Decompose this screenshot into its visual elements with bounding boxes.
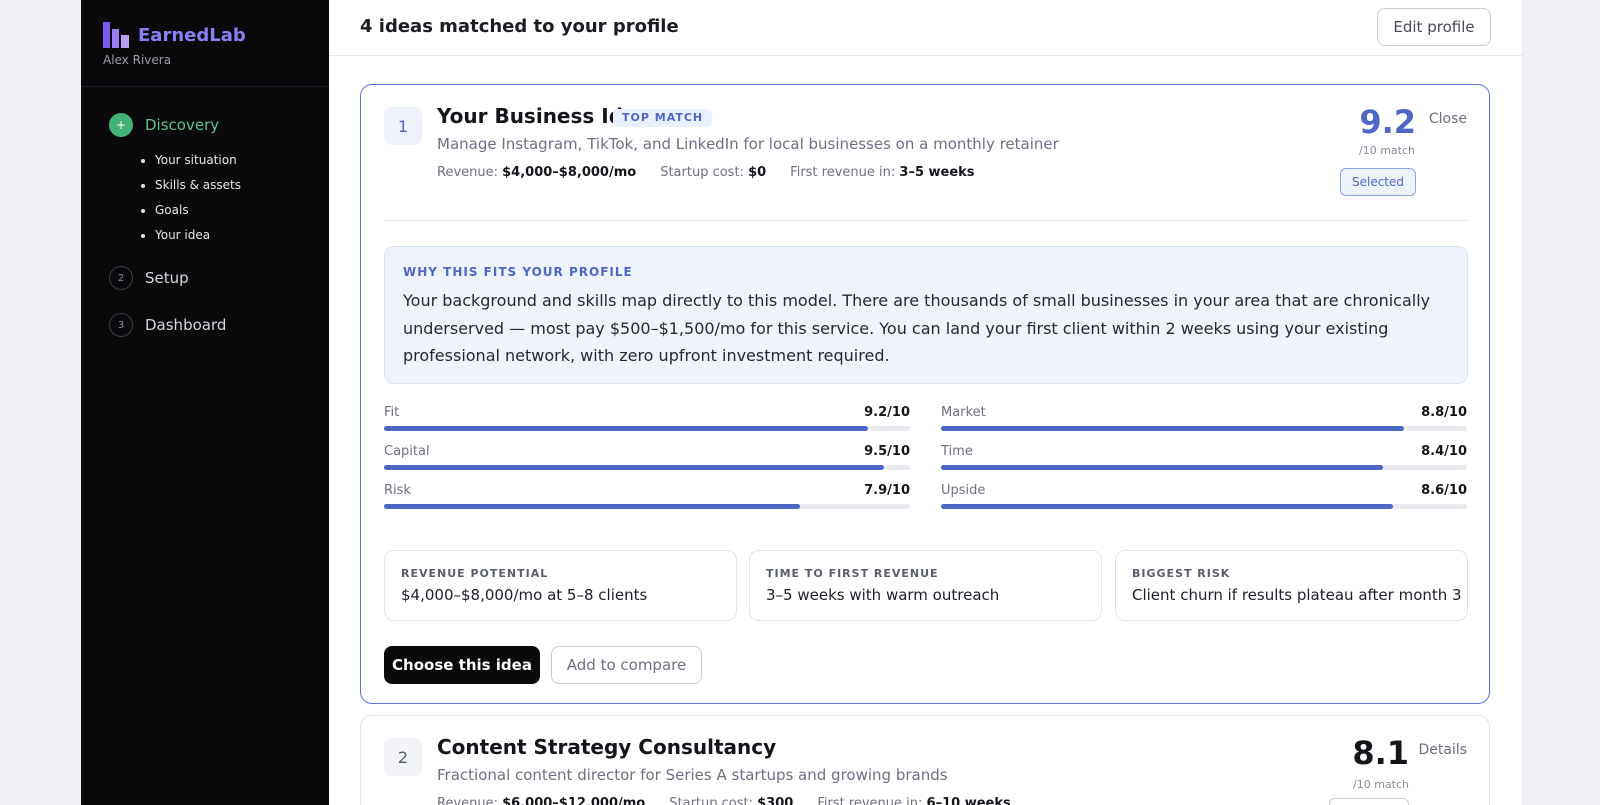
choose-idea-button[interactable]: Choose this idea: [384, 646, 540, 684]
metric-track: [941, 465, 1467, 470]
substep-skills-assets[interactable]: Skills & assets: [141, 178, 241, 203]
idea-card-1: 1 Your Business Idea TOP MATCH Manage In…: [360, 84, 1490, 704]
metric-fill: [941, 426, 1404, 431]
why-fits-title: WHY THIS FITS YOUR PROFILE: [403, 265, 633, 279]
metric-track: [941, 504, 1467, 509]
idea-card-2[interactable]: 2 Content Strategy Consultancy Fractiona…: [360, 715, 1490, 805]
main-content: 4 ideas matched to your profile Edit pro…: [329, 0, 1522, 805]
metric-fill: [384, 426, 868, 431]
first-revenue-label: First revenue in:: [817, 796, 923, 805]
revenue-potential-box: REVENUE POTENTIAL $4,000–$8,000/mo at 5–…: [384, 550, 737, 621]
time-to-revenue-box: TIME TO FIRST REVENUE 3–5 weeks with war…: [749, 550, 1102, 621]
metric-value: 8.6/10: [1421, 483, 1467, 498]
metric-value: 8.4/10: [1421, 444, 1467, 459]
first-revenue-meta: First revenue in: 6–10 weeks: [817, 796, 1010, 805]
first-revenue-label: First revenue in:: [790, 165, 896, 180]
substep-goals[interactable]: Goals: [141, 203, 241, 228]
step-dashboard-label: Dashboard: [145, 316, 227, 334]
sidebar-divider: [81, 86, 329, 87]
info-box-value: $4,000–$8,000/mo at 5–8 clients: [401, 586, 648, 604]
info-box-value: Client churn if results plateau after mo…: [1132, 586, 1462, 604]
revenue-label: Revenue:: [437, 796, 498, 805]
match-score-suffix: /10 match: [1353, 778, 1409, 791]
idea-subtitle: Manage Instagram, TikTok, and LinkedIn f…: [437, 135, 1059, 153]
startup-label: Startup cost:: [669, 796, 753, 805]
sidebar: EarnedLab Alex Rivera + Discovery Your s…: [81, 0, 329, 805]
metric-value: 9.2/10: [864, 405, 910, 420]
startup-value: $300: [757, 796, 794, 805]
first-revenue-value: 3–5 weeks: [899, 165, 975, 180]
step-setup-label: Setup: [145, 269, 189, 287]
brand[interactable]: EarnedLab: [103, 22, 246, 48]
metric-label: Risk: [384, 483, 411, 498]
metric-fill: [384, 504, 800, 509]
metric-label: Fit: [384, 405, 400, 420]
metric-label: Market: [941, 405, 986, 420]
metric-value: 9.5/10: [864, 444, 910, 459]
status-badge[interactable]: [1329, 798, 1409, 805]
step-discovery-label: Discovery: [145, 116, 220, 134]
metric-label: Capital: [384, 444, 430, 459]
revenue-meta: Revenue: $6,000–$12,000/mo: [437, 796, 645, 805]
logo-icon: [103, 22, 129, 48]
first-revenue-meta: First revenue in: 3–5 weeks: [790, 165, 974, 180]
metric-track: [384, 426, 910, 431]
selected-badge[interactable]: Selected: [1340, 168, 1416, 196]
top-match-badge: TOP MATCH: [613, 109, 713, 127]
page-header: 4 ideas matched to your profile Edit pro…: [329, 0, 1522, 56]
revenue-meta: Revenue: $4,000–$8,000/mo: [437, 165, 636, 180]
metric-fill: [941, 465, 1383, 470]
substep-your-idea[interactable]: Your idea: [141, 228, 241, 253]
startup-label: Startup cost:: [660, 165, 744, 180]
edit-profile-button[interactable]: Edit profile: [1377, 8, 1491, 46]
match-score-suffix: /10 match: [1359, 144, 1415, 157]
discovery-substeps: Your situation Skills & assets Goals You…: [141, 153, 241, 253]
step-discovery[interactable]: + Discovery: [109, 113, 219, 137]
info-box-label: TIME TO FIRST REVENUE: [766, 567, 939, 580]
step-setup[interactable]: 2 Setup: [109, 266, 189, 290]
substep-your-situation[interactable]: Your situation: [141, 153, 241, 178]
info-box-label: BIGGEST RISK: [1132, 567, 1231, 580]
brand-name: EarnedLab: [138, 24, 246, 46]
metric-fill: [384, 465, 884, 470]
idea-title: Content Strategy Consultancy: [437, 735, 777, 759]
page-title: 4 ideas matched to your profile: [360, 16, 679, 37]
why-fits-panel: WHY THIS FITS YOUR PROFILE Your backgrou…: [384, 246, 1468, 384]
info-box-label: REVENUE POTENTIAL: [401, 567, 549, 580]
revenue-value: $6,000–$12,000/mo: [502, 796, 646, 805]
revenue-value: $4,000–$8,000/mo: [502, 165, 637, 180]
step-dashboard-number: 3: [109, 313, 133, 337]
step-discovery-indicator: +: [109, 113, 133, 137]
revenue-label: Revenue:: [437, 165, 498, 180]
metric-fill: [941, 504, 1394, 509]
close-link[interactable]: Close: [1429, 111, 1467, 127]
why-fits-text: Your background and skills map directly …: [403, 291, 1431, 365]
rank-badge: 1: [384, 107, 422, 145]
idea-meta: Revenue: $4,000–$8,000/mo Startup cost: …: [437, 165, 999, 180]
metric-track: [941, 426, 1467, 431]
idea-meta: Revenue: $6,000–$12,000/mo Startup cost:…: [437, 796, 1035, 805]
metric-label: Time: [941, 444, 973, 459]
match-score: 8.1: [1352, 734, 1409, 772]
step-dashboard[interactable]: 3 Dashboard: [109, 313, 226, 337]
user-name: Alex Rivera: [103, 53, 172, 67]
metric-value: 8.8/10: [1421, 405, 1467, 420]
match-score: 9.2: [1359, 103, 1416, 141]
metric-track: [384, 504, 910, 509]
step-setup-number: 2: [109, 266, 133, 290]
card-divider: [384, 220, 1468, 221]
metric-value: 7.9/10: [864, 483, 910, 498]
add-to-compare-button[interactable]: Add to compare: [551, 646, 702, 684]
biggest-risk-box: BIGGEST RISK Client churn if results pla…: [1115, 550, 1468, 621]
rank-badge: 2: [384, 738, 422, 776]
info-box-value: 3–5 weeks with warm outreach: [766, 586, 1000, 604]
startup-meta: Startup cost: $300: [669, 796, 793, 805]
startup-meta: Startup cost: $0: [660, 165, 766, 180]
startup-value: $0: [748, 165, 767, 180]
metric-track: [384, 465, 910, 470]
idea-subtitle: Fractional content director for Series A…: [437, 766, 948, 784]
first-revenue-value: 6–10 weeks: [926, 796, 1011, 805]
details-link[interactable]: Details: [1418, 742, 1467, 758]
metric-label: Upside: [941, 483, 986, 498]
